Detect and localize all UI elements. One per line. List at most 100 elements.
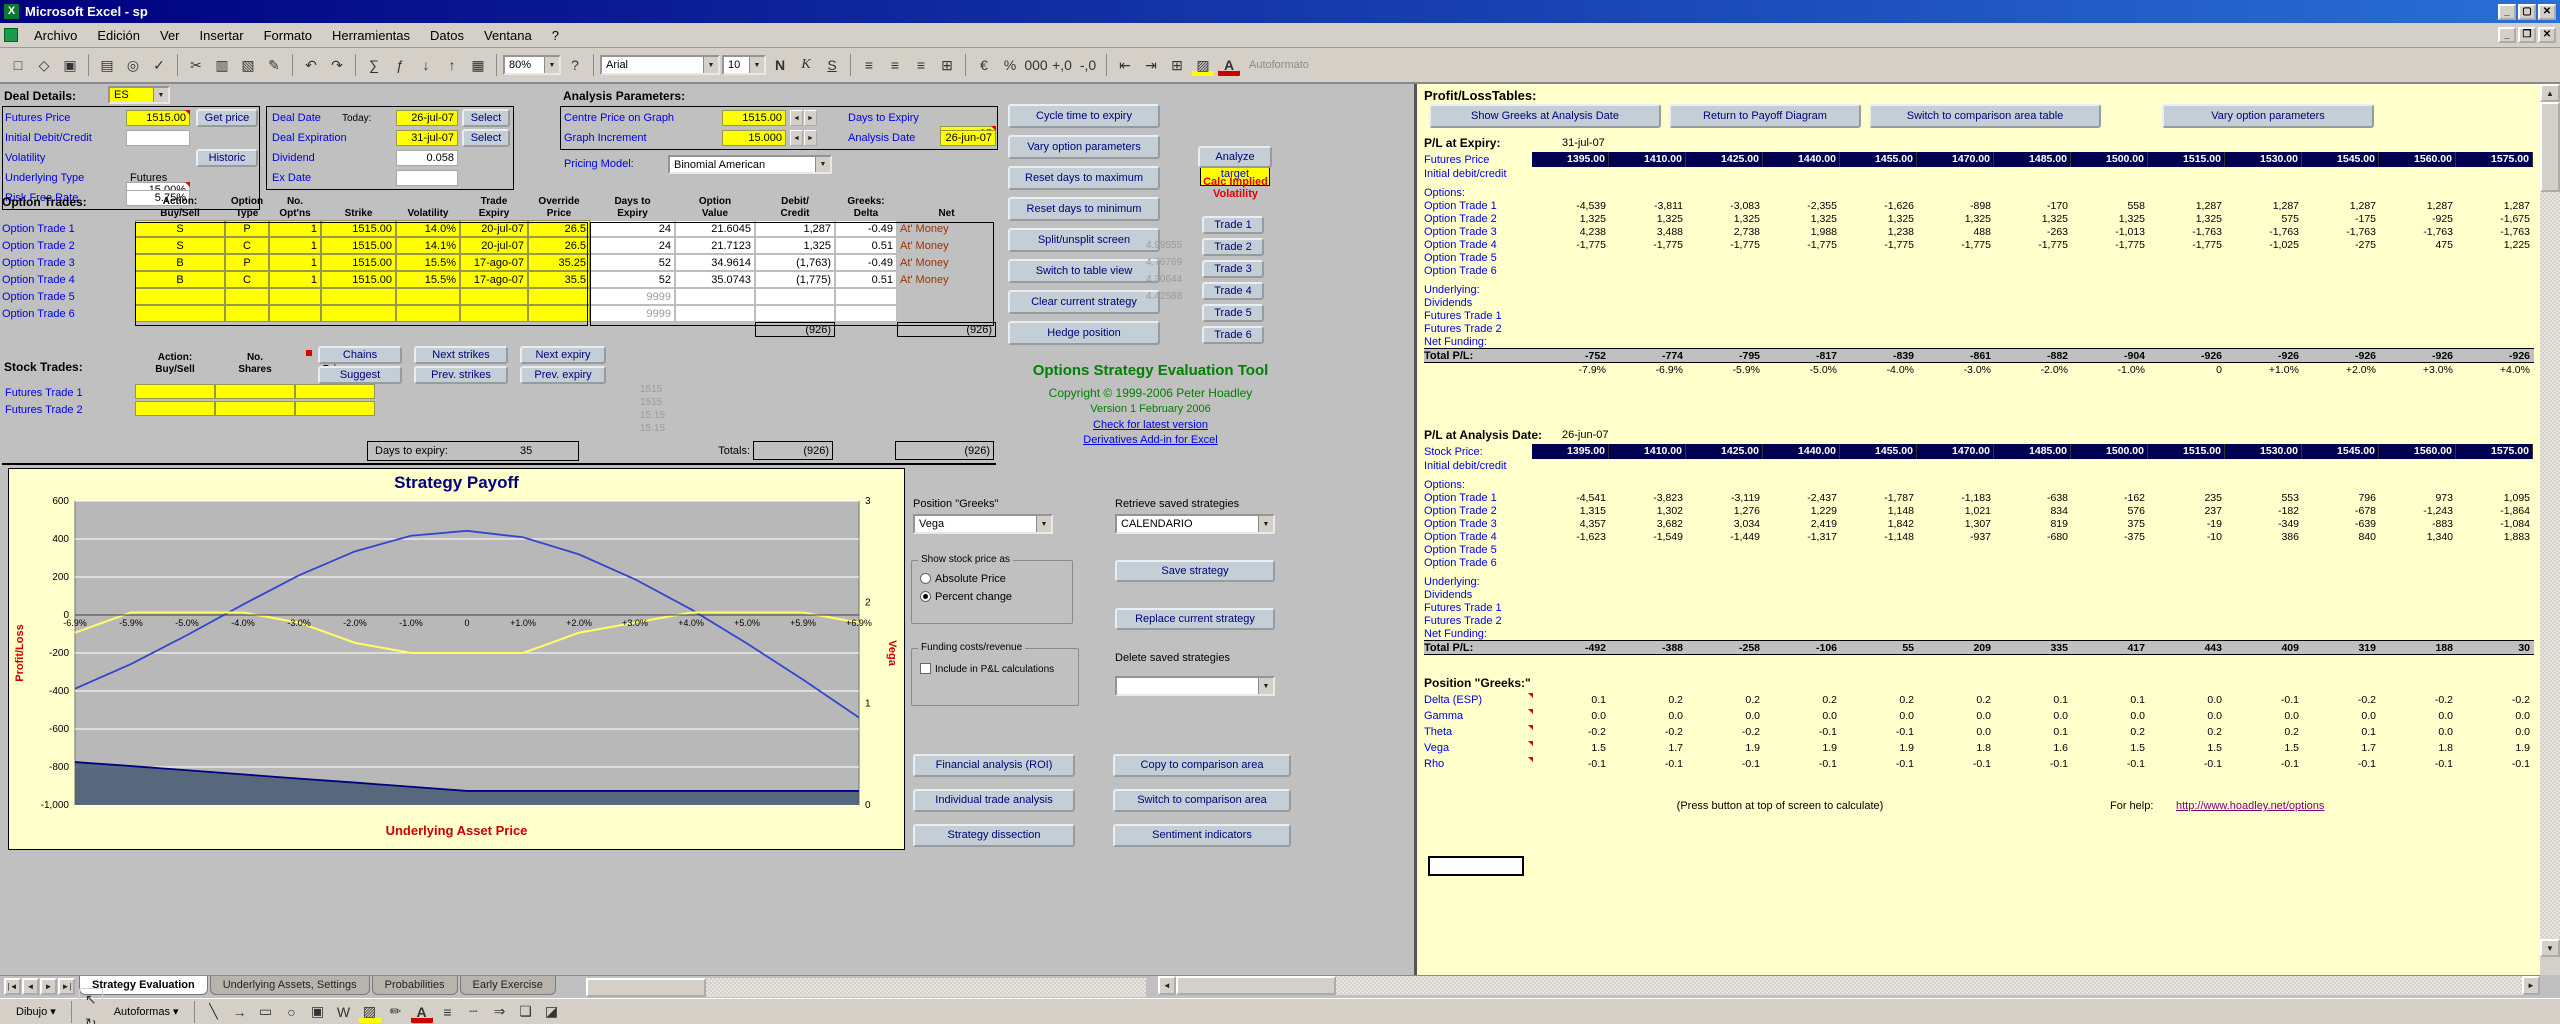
menu-formato[interactable]: Formato: [254, 25, 322, 46]
option-trade-cell-qty[interactable]: [269, 288, 321, 305]
undo-icon[interactable]: ↶: [299, 53, 323, 77]
graph-increment-spin-up[interactable]: ►: [804, 130, 817, 146]
menu-datos[interactable]: Datos: [420, 25, 474, 46]
option-trade-cell-action[interactable]: S: [135, 237, 225, 254]
graph-increment-cell[interactable]: 15.000: [722, 130, 786, 146]
calc-iv-trade-3-button[interactable]: Trade 3: [1202, 260, 1264, 278]
option-trade-cell-qty[interactable]: 1: [269, 254, 321, 271]
underline-button[interactable]: S: [820, 53, 844, 77]
prev-expiry-button[interactable]: Prev. expiry: [520, 366, 606, 384]
get-price-button[interactable]: Get price: [196, 109, 258, 127]
option-trade-cell-override[interactable]: [528, 305, 590, 322]
clear-current-strategy-button[interactable]: Clear current strategy: [1008, 290, 1160, 314]
comma-style-icon[interactable]: 000: [1024, 53, 1048, 77]
threed-icon[interactable]: ◪: [540, 1000, 564, 1024]
option-trade-cell-qty[interactable]: 1: [269, 271, 321, 288]
menu-insertar[interactable]: Insertar: [190, 25, 254, 46]
line-icon[interactable]: ╲: [202, 1000, 226, 1024]
next-expiry-button[interactable]: Next expiry: [520, 346, 606, 364]
next-sheet-button[interactable]: ►: [40, 978, 57, 995]
selected-cell-cursor[interactable]: [1428, 856, 1524, 876]
option-trade-cell-vol[interactable]: 14.0%: [396, 220, 460, 237]
increase-decimal-icon[interactable]: +,0: [1050, 53, 1074, 77]
option-trade-cell-action[interactable]: B: [135, 271, 225, 288]
menu-ventana[interactable]: Ventana: [474, 25, 542, 46]
option-trade-cell-vol[interactable]: 15.5%: [396, 271, 460, 288]
copy-icon[interactable]: ▥: [210, 53, 234, 77]
maximize-button[interactable]: ▢: [2518, 4, 2536, 20]
format-painter-icon[interactable]: ✎: [262, 53, 286, 77]
decrease-decimal-icon[interactable]: -,0: [1076, 53, 1100, 77]
increase-indent-icon[interactable]: ⇥: [1139, 53, 1163, 77]
right-hscroll-thumb[interactable]: [1176, 976, 1336, 995]
sheet-tab-underlying-assets-settings[interactable]: Underlying Assets, Settings: [210, 976, 370, 995]
greeks-combo[interactable]: Vega▼: [913, 514, 1053, 534]
ex-date-cell[interactable]: [396, 170, 458, 186]
option-trade-cell-expiry[interactable]: 20-jul-07: [460, 220, 528, 237]
option-trade-cell-type[interactable]: [225, 305, 269, 322]
retrieve-strategies-combo[interactable]: CALENDARIO▼: [1115, 514, 1275, 534]
return-to-payoff-diagram-button[interactable]: Return to Payoff Diagram: [1669, 104, 1861, 128]
option-trade-cell-action[interactable]: [135, 305, 225, 322]
analyze-button[interactable]: Analyze: [1198, 146, 1272, 168]
option-trade-cell-override[interactable]: 26.5: [528, 237, 590, 254]
symbol-combo[interactable]: ES▼: [108, 86, 170, 104]
fill-color-icon[interactable]: ▨: [1191, 53, 1215, 77]
hedge-position-button[interactable]: Hedge position: [1008, 321, 1160, 345]
percent-change-radio[interactable]: Percent change: [920, 591, 1072, 603]
font-name-combo[interactable]: Arial▼: [600, 55, 720, 75]
individual-trade-analysis-button[interactable]: Individual trade analysis: [913, 789, 1075, 812]
latest-version-link[interactable]: Check for latest version: [1008, 419, 1293, 431]
autoshapes-menu[interactable]: Autoformas ▾: [106, 1003, 187, 1020]
open-icon[interactable]: ◇: [32, 53, 56, 77]
shadow-icon[interactable]: ❏: [514, 1000, 538, 1024]
calc-iv-trade-2-button[interactable]: Trade 2: [1202, 238, 1264, 256]
dibujo-menu[interactable]: Dibujo ▾: [8, 1003, 64, 1020]
italic-button[interactable]: K: [794, 53, 818, 77]
workbook-restore-button[interactable]: ❐: [2518, 27, 2536, 43]
graph-increment-spin-down[interactable]: ◄: [790, 130, 803, 146]
option-trade-cell-vol[interactable]: [396, 288, 460, 305]
percent-icon[interactable]: %: [998, 53, 1022, 77]
fill-color-icon[interactable]: ▨: [358, 1000, 382, 1024]
first-sheet-button[interactable]: |◄: [4, 978, 21, 995]
futures-trade-1-price-cell[interactable]: [295, 384, 375, 399]
option-trade-cell-expiry[interactable]: 17-ago-07: [460, 254, 528, 271]
replace-strategy-button[interactable]: Replace current strategy: [1115, 608, 1275, 630]
workbook-close-button[interactable]: ✕: [2538, 27, 2556, 43]
chains-button[interactable]: Chains: [318, 346, 402, 364]
option-trade-cell-expiry[interactable]: [460, 288, 528, 305]
help-link[interactable]: http://www.hoadley.net/options: [2176, 800, 2324, 812]
calc-iv-trade-5-button[interactable]: Trade 5: [1202, 304, 1264, 322]
calc-iv-trade-6-button[interactable]: Trade 6: [1202, 326, 1264, 344]
line-color-icon[interactable]: ✏: [384, 1000, 408, 1024]
select-deal-date-button[interactable]: Select: [462, 109, 510, 127]
reset-days-to-maximum-button[interactable]: Reset days to maximum: [1008, 166, 1160, 190]
menu-edicin[interactable]: Edición: [87, 25, 150, 46]
scroll-down-arrow[interactable]: ▼: [2540, 939, 2560, 957]
option-trade-cell-qty[interactable]: 1: [269, 220, 321, 237]
redo-icon[interactable]: ↷: [325, 53, 349, 77]
option-trade-cell-strike[interactable]: 1515.00: [321, 254, 396, 271]
option-trade-cell-action[interactable]: S: [135, 220, 225, 237]
prev-sheet-button[interactable]: ◄: [22, 978, 39, 995]
option-trade-cell-vol[interactable]: 14.1%: [396, 237, 460, 254]
pricing-model-combo[interactable]: Binomial American▼: [668, 155, 832, 174]
spelling-icon[interactable]: ✓: [147, 53, 171, 77]
futures-trade-1-shares-cell[interactable]: [215, 384, 295, 399]
suggest-button[interactable]: Suggest: [318, 366, 402, 384]
calc-iv-trade-1-button[interactable]: Trade 1: [1202, 216, 1264, 234]
chart-wizard-icon[interactable]: ▦: [466, 53, 490, 77]
funding-checkbox[interactable]: Include in P&L calculations: [920, 663, 1072, 676]
option-trade-cell-strike[interactable]: [321, 305, 396, 322]
menu-ver[interactable]: Ver: [150, 25, 190, 46]
option-trade-cell-type[interactable]: C: [225, 271, 269, 288]
sheet-tab-probabilities[interactable]: Probabilities: [372, 976, 458, 995]
cut-icon[interactable]: ✂: [184, 53, 208, 77]
delete-strategies-combo[interactable]: ▼: [1115, 676, 1275, 696]
bold-button[interactable]: N: [768, 53, 792, 77]
futures-trade-2-shares-cell[interactable]: [215, 401, 295, 416]
next-strikes-button[interactable]: Next strikes: [414, 346, 508, 364]
dash-style-icon[interactable]: ┄: [462, 1000, 486, 1024]
scroll-up-arrow[interactable]: ▲: [2540, 84, 2560, 102]
